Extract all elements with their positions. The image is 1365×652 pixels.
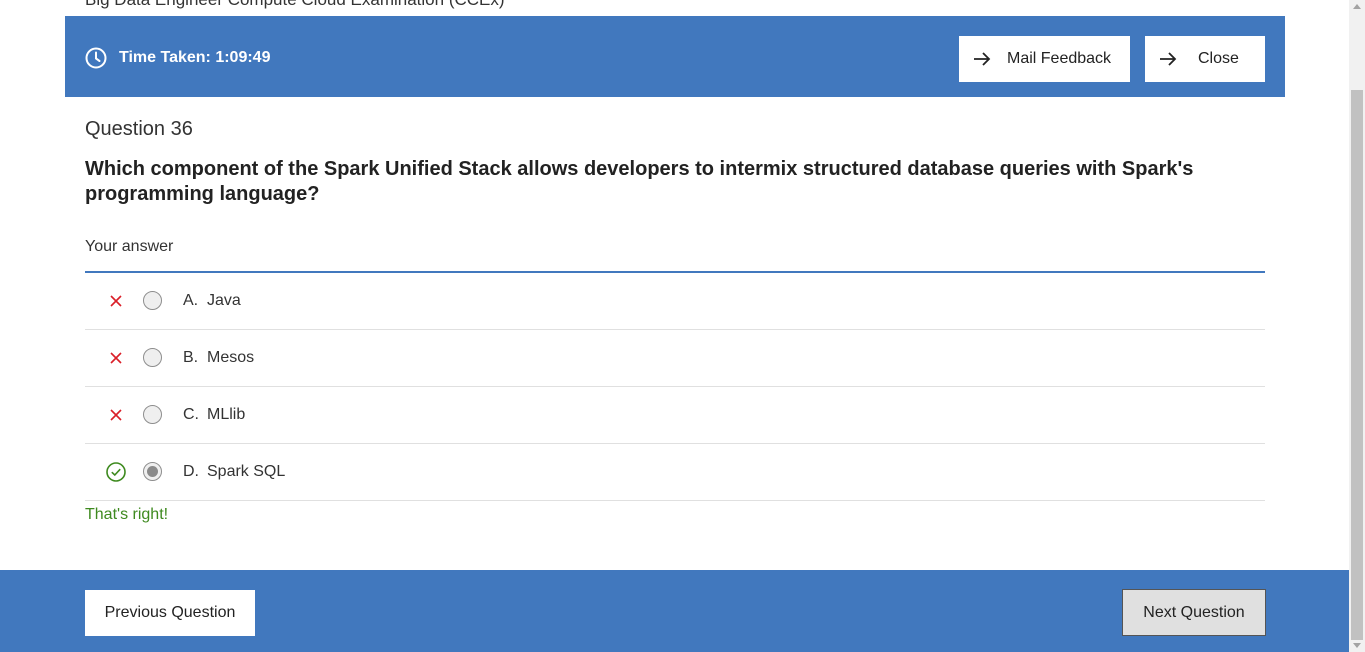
previous-question-button[interactable]: Previous Question xyxy=(85,590,255,636)
option-c[interactable]: C. MLlib xyxy=(85,387,1265,444)
incorrect-x-icon xyxy=(110,352,122,364)
answer-feedback: That's right! xyxy=(85,506,169,523)
your-answer-label: Your answer xyxy=(85,238,174,255)
page-heading-cutoff: Big Data Engineer Compute Cloud Examinat… xyxy=(85,0,505,10)
scroll-down-arrow-icon[interactable] xyxy=(1353,643,1361,648)
option-letter: B. xyxy=(183,349,199,366)
question-text: Which component of the Spark Unified Sta… xyxy=(85,158,1194,205)
option-text: Mesos xyxy=(207,349,255,366)
incorrect-x-icon xyxy=(110,295,122,307)
option-a[interactable]: A. Java xyxy=(85,273,1265,330)
scroll-up-arrow-icon[interactable] xyxy=(1353,4,1361,9)
clock-icon xyxy=(85,47,107,69)
close-label: Close xyxy=(1198,50,1239,67)
close-button[interactable]: Close xyxy=(1145,36,1265,82)
option-b[interactable]: B. Mesos xyxy=(85,330,1265,387)
next-question-button[interactable]: Next Question xyxy=(1122,589,1266,636)
footer-bar: Previous Question Next Question xyxy=(0,570,1349,652)
timer: Time Taken: 1:09:49 xyxy=(85,47,270,69)
incorrect-x-icon xyxy=(110,409,122,421)
scrollbar-thumb[interactable] xyxy=(1351,90,1363,640)
option-text: Spark SQL xyxy=(207,463,286,480)
option-letter: D. xyxy=(183,463,199,480)
option-c-radio[interactable] xyxy=(143,405,162,424)
option-letter: C. xyxy=(183,406,199,423)
arrow-right-icon xyxy=(1160,52,1177,66)
option-letter: A. xyxy=(183,292,199,309)
mail-feedback-button[interactable]: Mail Feedback xyxy=(959,36,1130,82)
option-d[interactable]: D. Spark SQL xyxy=(85,444,1265,501)
correct-check-icon xyxy=(106,462,126,482)
vertical-scrollbar[interactable] xyxy=(1349,0,1365,652)
option-text: MLlib xyxy=(207,406,246,423)
answer-options: A. Java B. Mesos C. MLlib D. Spark SQL xyxy=(85,273,1265,501)
option-a-radio[interactable] xyxy=(143,291,162,310)
time-taken-label: Time Taken: 1:09:49 xyxy=(119,49,271,66)
mail-feedback-label: Mail Feedback xyxy=(1007,50,1112,67)
arrow-right-icon xyxy=(974,52,991,66)
question-number: Question 36 xyxy=(85,118,193,140)
option-b-radio[interactable] xyxy=(143,348,162,367)
option-d-radio[interactable] xyxy=(143,462,162,481)
header-bar: Time Taken: 1:09:49 Mail Feedback Close xyxy=(65,16,1285,97)
option-text: Java xyxy=(207,292,241,309)
